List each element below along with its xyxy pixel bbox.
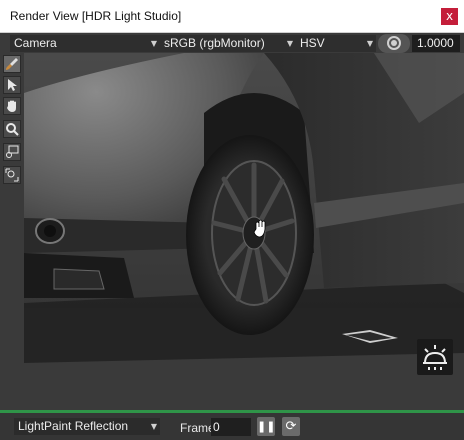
close-icon: x <box>445 9 454 23</box>
zoom-region-tool-button[interactable] <box>3 143 21 161</box>
colorspace-dropdown-label: sRGB (rgbMonitor) <box>164 36 265 50</box>
pointer-icon <box>8 79 17 91</box>
exposure-value-field[interactable]: 1.0000 <box>412 35 460 52</box>
lightpaint-mode-dropdown[interactable]: LightPaint Reflection ▼ <box>14 418 160 435</box>
light-preset-button[interactable] <box>417 339 453 375</box>
light-bulb-icon <box>423 345 447 370</box>
aperture-icon <box>387 36 401 50</box>
exposure-button[interactable] <box>378 34 410 53</box>
brush-icon <box>6 58 18 70</box>
frame-label: Frame <box>180 421 215 435</box>
zoom-fit-tool-button[interactable] <box>3 166 21 184</box>
zoom-icon <box>6 123 19 136</box>
brush-tool-button[interactable] <box>3 55 21 73</box>
render-viewport[interactable] <box>24 53 464 410</box>
colormode-dropdown-label: HSV <box>300 36 325 50</box>
view-toolbar: Camera ▼ sRGB (rgbMonitor) ▼ HSV ▼ 1.000… <box>0 33 464 53</box>
dropdown-arrow-icon: ▼ <box>286 39 293 48</box>
colorspace-dropdown[interactable]: sRGB (rgbMonitor) ▼ <box>160 35 296 52</box>
zoom-tool-button[interactable] <box>3 120 21 138</box>
render-image <box>24 53 464 410</box>
refresh-button[interactable]: ⟳ <box>282 417 300 436</box>
select-tool-button[interactable] <box>3 76 21 94</box>
zoom-fit-icon <box>5 168 19 182</box>
close-button[interactable]: x <box>441 8 458 25</box>
dropdown-arrow-icon: ▼ <box>150 422 157 431</box>
camera-dropdown[interactable]: Camera ▼ <box>10 35 160 52</box>
title-bar: Render View [HDR Light Studio] x <box>0 0 464 33</box>
frame-input[interactable]: 0 <box>211 418 251 436</box>
pan-tool-button[interactable] <box>3 97 21 115</box>
tool-strip <box>0 53 24 410</box>
refresh-icon: ⟳ <box>285 419 297 434</box>
camera-dropdown-label: Camera <box>14 36 57 50</box>
dropdown-arrow-icon: ▼ <box>366 39 373 48</box>
colormode-dropdown[interactable]: HSV ▼ <box>296 35 376 52</box>
window-title: Render View [HDR Light Studio] <box>10 9 182 23</box>
dropdown-arrow-icon: ▼ <box>150 39 157 48</box>
pause-icon: ❚❚ <box>257 420 276 433</box>
lightpaint-mode-label: LightPaint Reflection <box>18 419 129 433</box>
bottom-toolbar: LightPaint Reflection ▼ Frame 0 ❚❚ ⟳ <box>0 413 464 440</box>
pause-button[interactable]: ❚❚ <box>257 417 275 436</box>
hand-icon <box>7 100 16 112</box>
zoom-region-icon <box>6 145 19 158</box>
